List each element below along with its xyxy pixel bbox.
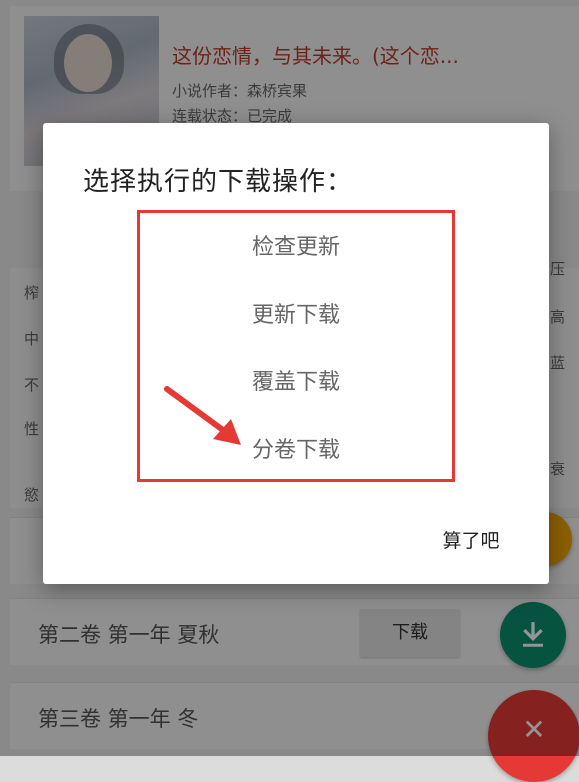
cancel-button[interactable]: 算了吧 — [421, 523, 521, 559]
dialog-title: 选择执行的下载操作： — [83, 167, 354, 197]
option-update-download[interactable]: 更新下载 — [153, 288, 439, 344]
pointer-arrow-icon — [164, 386, 241, 445]
download-options-dialog: 选择执行的下载操作： 检查更新 更新下载 覆盖下载 分卷下载 算了吧 — [43, 123, 549, 584]
option-check-update[interactable]: 检查更新 — [153, 220, 439, 276]
